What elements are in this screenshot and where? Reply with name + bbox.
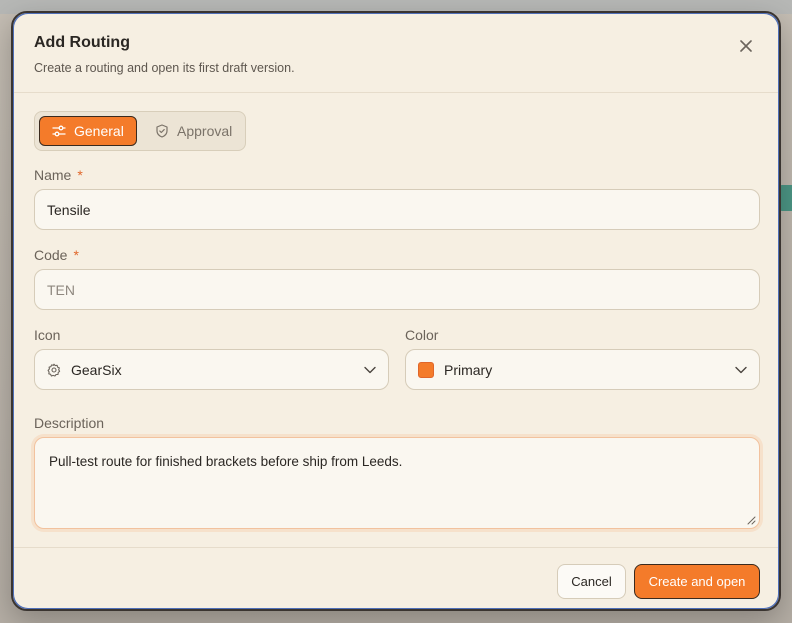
tab-general[interactable]: General xyxy=(39,116,137,146)
color-select[interactable]: Primary xyxy=(405,349,760,390)
code-label: Code * xyxy=(34,247,79,263)
create-and-open-button[interactable]: Create and open xyxy=(634,564,760,599)
dialog-subtitle: Create a routing and open its first draf… xyxy=(34,61,295,75)
color-select-value: Primary xyxy=(444,361,493,378)
tab-bar: General Approval xyxy=(34,111,246,151)
close-button[interactable] xyxy=(736,36,756,56)
shield-check-icon xyxy=(156,124,168,138)
color-label: Color xyxy=(405,327,439,343)
name-input-value: Tensile xyxy=(47,201,91,218)
cancel-button[interactable]: Cancel xyxy=(557,564,626,599)
tab-approval-label: Approval xyxy=(177,123,233,139)
icon-select-value: GearSix xyxy=(71,361,122,378)
code-input[interactable]: TEN xyxy=(34,269,760,310)
gear-six-icon xyxy=(47,363,61,377)
icon-label: Icon xyxy=(34,327,61,343)
color-swatch xyxy=(418,361,434,378)
sliders-icon xyxy=(52,125,66,137)
code-input-placeholder: TEN xyxy=(47,281,75,298)
tab-approval[interactable]: Approval xyxy=(143,116,241,146)
icon-select[interactable]: GearSix xyxy=(34,349,389,390)
dialog-header: Add Routing Create a routing and open it… xyxy=(14,14,778,93)
add-routing-dialog: Add Routing Create a routing and open it… xyxy=(11,11,781,611)
chevron-down-icon xyxy=(364,366,376,373)
chevron-down-icon xyxy=(735,366,747,373)
close-icon xyxy=(740,40,752,52)
required-mark: * xyxy=(77,167,83,183)
dialog-title: Add Routing xyxy=(34,34,130,51)
resize-handle-icon[interactable] xyxy=(746,515,756,525)
tab-general-label: General xyxy=(74,123,124,139)
name-label: Name * xyxy=(34,167,83,183)
required-mark: * xyxy=(73,247,79,263)
name-input[interactable]: Tensile xyxy=(34,189,760,230)
dialog-footer: Cancel Create and open xyxy=(14,547,778,608)
description-label: Description xyxy=(34,415,105,431)
description-value: Pull-test route for finished brackets be… xyxy=(49,454,403,469)
description-textarea[interactable]: Pull-test route for finished brackets be… xyxy=(34,437,760,529)
